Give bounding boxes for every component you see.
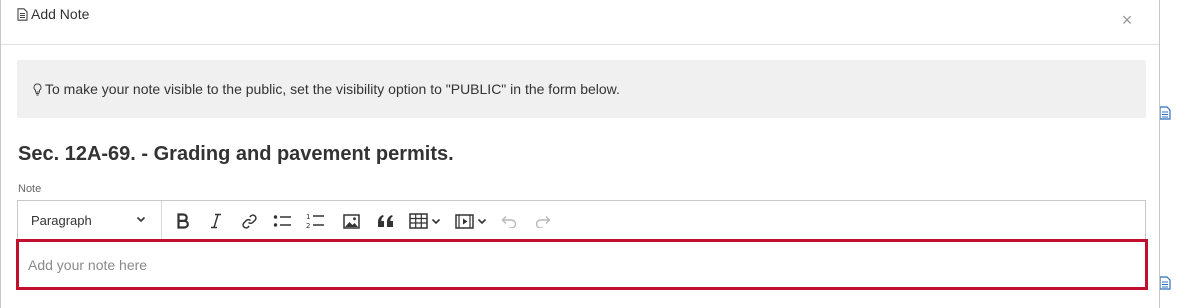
paragraph-format-value: Paragraph — [31, 213, 92, 228]
media-icon — [455, 213, 474, 229]
bold-icon — [177, 213, 189, 229]
bold-button[interactable] — [173, 209, 193, 233]
visibility-alert: To make your note visible to the public,… — [17, 60, 1146, 118]
bulleted-list-icon — [273, 215, 291, 227]
link-button[interactable] — [238, 209, 260, 233]
undo-button[interactable] — [498, 209, 520, 233]
italic-button[interactable] — [206, 209, 226, 233]
chevron-down-icon — [431, 218, 441, 225]
modal-header: Add Note × — [1, 0, 1159, 45]
redo-button[interactable] — [531, 209, 553, 233]
document-icon[interactable] — [1159, 106, 1171, 120]
table-icon — [409, 213, 428, 229]
chevron-down-icon — [136, 216, 146, 223]
note-placeholder: Add your note here — [28, 256, 148, 273]
note-label: Note — [18, 183, 42, 195]
image-icon — [342, 213, 360, 229]
blockquote-button[interactable] — [374, 209, 396, 233]
bulleted-list-button[interactable] — [271, 209, 293, 233]
link-icon — [241, 213, 257, 229]
paragraph-format-dropdown[interactable]: Paragraph — [18, 201, 162, 240]
modal-title-text: Add Note — [31, 6, 90, 22]
alert-text: To make your note visible to the public,… — [45, 81, 620, 97]
svg-text:1: 1 — [306, 213, 310, 221]
modal-title: Add Note — [17, 6, 89, 22]
insert-image-button[interactable] — [340, 209, 362, 233]
undo-icon — [501, 215, 516, 228]
numbered-list-button[interactable]: 12 — [304, 209, 326, 233]
note-icon — [17, 7, 28, 21]
italic-icon — [211, 213, 221, 229]
chevron-down-icon — [477, 218, 487, 225]
svg-text:2: 2 — [306, 222, 310, 230]
numbered-list-icon: 12 — [306, 213, 324, 230]
redo-icon — [535, 215, 550, 228]
close-button[interactable]: × — [1119, 11, 1135, 29]
lightbulb-icon — [33, 82, 42, 95]
insert-table-button[interactable] — [407, 209, 443, 233]
section-title: Sec. 12A-69. - Grading and pavement perm… — [18, 143, 454, 165]
document-icon[interactable] — [1159, 276, 1171, 290]
note-editor[interactable]: Add your note here — [16, 239, 1148, 290]
blockquote-icon — [377, 215, 393, 227]
editor-toolbar: Paragraph 12 — [17, 200, 1146, 240]
insert-media-button[interactable] — [454, 209, 488, 233]
add-note-modal: Add Note × To make your note visible to … — [0, 0, 1160, 308]
